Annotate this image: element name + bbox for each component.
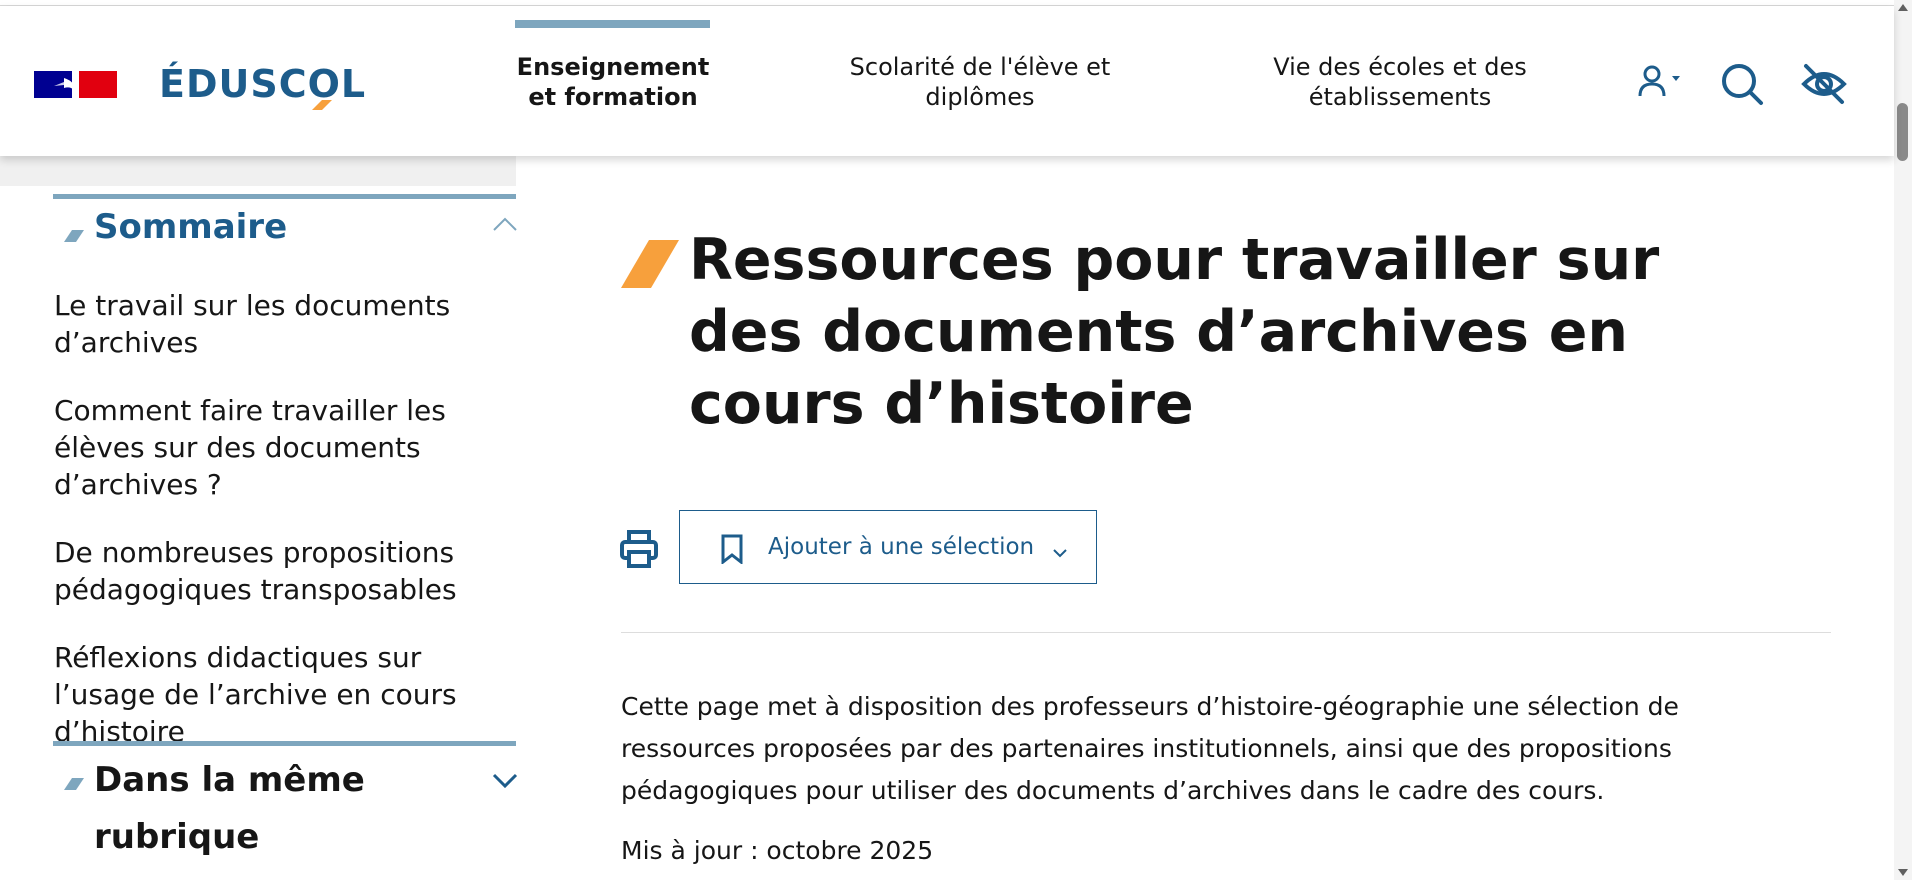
toc-link-reflexions[interactable]: Réflexions didactiques sur l’usage de l’… (54, 639, 494, 746)
user-icon[interactable] (1636, 62, 1686, 106)
same-section-accent-icon (64, 778, 84, 790)
page-title: Ressources pour travailler sur des docum… (689, 227, 1660, 437)
scroll-up-arrow-icon[interactable] (1898, 4, 1908, 11)
nav-enseignement-formation[interactable]: Enseignement et formation (508, 52, 718, 112)
nav-vie-ecoles[interactable]: Vie des écoles et des établissements (1268, 52, 1532, 112)
marianne-flag-logo[interactable] (34, 68, 117, 101)
toc-link-propositions[interactable]: De nombreuses propositions pédagogiques … (54, 534, 494, 608)
sidebar-top-band (0, 156, 516, 186)
site-header: ÉDUSCOL Enseignement et formation Scolar… (0, 6, 1894, 156)
sommaire-title[interactable]: Sommaire (94, 207, 287, 247)
same-section-top-rule (53, 741, 516, 746)
accessibility-eye-icon[interactable] (1800, 62, 1848, 110)
chevron-down-icon[interactable] (492, 772, 518, 792)
sommaire-top-rule (53, 194, 516, 199)
search-icon[interactable] (1720, 62, 1764, 110)
scroll-thumb[interactable] (1897, 103, 1908, 161)
toc-link-travail-archives[interactable]: Le travail sur les documents d’archives (54, 287, 494, 361)
eduscol-logo[interactable]: ÉDUSCOL (159, 62, 366, 106)
nav-active-indicator (515, 20, 710, 28)
add-to-selection-button[interactable]: Ajouter à une sélection (679, 510, 1097, 584)
logo-accent-mark (312, 100, 332, 110)
sommaire-accent-icon (64, 230, 84, 242)
page-scrollbar[interactable] (1894, 0, 1912, 880)
chevron-down-icon (1053, 543, 1067, 562)
chevron-up-icon[interactable] (492, 216, 518, 236)
toc-link-faire-travailler[interactable]: Comment faire travailler les élèves sur … (54, 392, 494, 503)
title-accent-mark (621, 240, 679, 288)
add-to-selection-label: Ajouter à une sélection (768, 534, 1035, 560)
same-section-title[interactable]: Dans la même rubrique (94, 752, 394, 866)
content-divider (621, 632, 1831, 633)
bookmark-icon (720, 534, 744, 568)
nav-scolarite-diplomes[interactable]: Scolarité de l'élève et diplômes (846, 52, 1114, 112)
intro-paragraph: Cette page met à disposition des profess… (621, 692, 1679, 805)
print-icon[interactable] (620, 530, 658, 572)
last-updated: Mis à jour : octobre 2025 (621, 836, 934, 865)
scroll-down-arrow-icon[interactable] (1898, 869, 1908, 876)
